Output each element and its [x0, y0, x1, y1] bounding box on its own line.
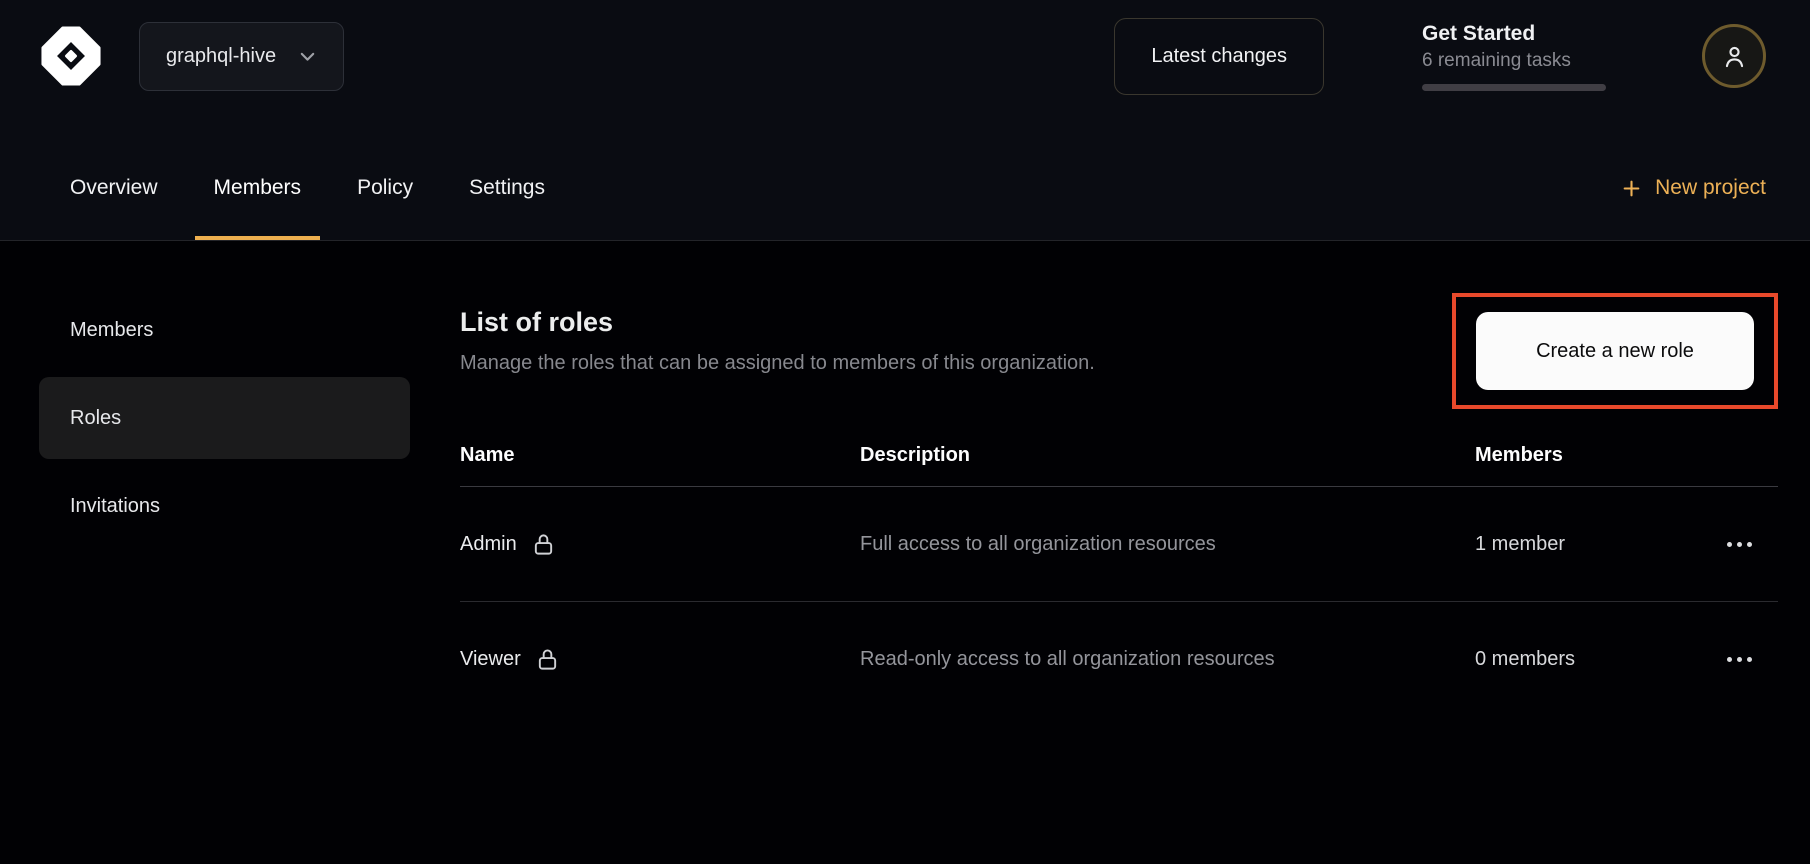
page: graphql-hive Latest changes Get Started … — [0, 0, 1810, 864]
lock-icon — [536, 647, 559, 672]
get-started-subtitle: 6 remaining tasks — [1422, 50, 1606, 72]
new-project-button[interactable]: New project — [1621, 136, 1766, 240]
sidebar-item-members[interactable]: Members — [39, 289, 410, 371]
tabs: Overview Members Policy Settings — [51, 136, 564, 240]
role-name-cell: Viewer — [460, 647, 860, 672]
lock-icon — [532, 532, 555, 557]
content: Members Roles Invitations List of roles … — [0, 241, 1810, 864]
user-avatar[interactable] — [1702, 24, 1766, 88]
tab-policy[interactable]: Policy — [338, 136, 432, 240]
user-icon — [1721, 43, 1748, 70]
role-name-cell: Admin — [460, 532, 860, 557]
get-started-progress-track — [1422, 84, 1606, 91]
org-selector[interactable]: graphql-hive — [139, 22, 344, 91]
hive-logo-svg — [40, 25, 102, 87]
column-header-name: Name — [460, 444, 860, 467]
get-started-title: Get Started — [1422, 22, 1606, 46]
topbar: graphql-hive Latest changes Get Started … — [0, 0, 1810, 112]
tab-settings[interactable]: Settings — [450, 136, 564, 240]
roles-panel: List of roles Manage the roles that can … — [460, 289, 1778, 864]
plus-icon — [1621, 178, 1642, 199]
role-actions-cell — [1727, 657, 1778, 662]
top-section: graphql-hive Latest changes Get Started … — [0, 0, 1810, 241]
latest-changes-button[interactable]: Latest changes — [1114, 18, 1324, 95]
title-block: List of roles Manage the roles that can … — [460, 305, 1095, 375]
page-title: List of roles — [460, 305, 1095, 339]
role-actions-cell — [1727, 542, 1778, 547]
ellipsis-menu-icon[interactable] — [1727, 542, 1752, 547]
column-header-description: Description — [860, 444, 1475, 467]
sidebar: Members Roles Invitations — [39, 289, 410, 864]
role-description: Read-only access to all organization res… — [860, 642, 1290, 677]
page-subtitle: Manage the roles that can be assigned to… — [460, 352, 1095, 375]
sidebar-item-roles[interactable]: Roles — [39, 377, 410, 459]
create-role-button[interactable]: Create a new role — [1476, 312, 1754, 390]
chevron-down-icon — [298, 47, 317, 66]
column-header-members: Members — [1475, 444, 1715, 467]
tab-members[interactable]: Members — [195, 136, 321, 240]
table-header-row: Name Description Members — [460, 425, 1778, 487]
annotation-highlight-box: Create a new role — [1452, 293, 1778, 409]
table-row-viewer: Viewer Read-only access to all organizat… — [460, 602, 1778, 717]
role-members-count: 1 member — [1475, 533, 1715, 556]
roles-table: Name Description Members Admin — [460, 425, 1778, 717]
roles-panel-header: List of roles Manage the roles that can … — [460, 293, 1778, 409]
sidebar-item-invitations[interactable]: Invitations — [39, 465, 410, 547]
role-name: Admin — [460, 533, 517, 556]
tab-bar: Overview Members Policy Settings New pro… — [0, 112, 1810, 240]
new-project-label: New project — [1655, 176, 1766, 200]
role-name: Viewer — [460, 648, 521, 671]
tab-overview[interactable]: Overview — [51, 136, 177, 240]
role-members-count: 0 members — [1475, 648, 1715, 671]
table-row-admin: Admin Full access to all organization re… — [460, 487, 1778, 602]
hive-logo-icon[interactable] — [40, 25, 102, 87]
org-selector-label: graphql-hive — [166, 45, 276, 68]
role-description: Full access to all organization resource… — [860, 527, 1290, 562]
get-started-widget[interactable]: Get Started 6 remaining tasks — [1422, 22, 1606, 91]
ellipsis-menu-icon[interactable] — [1727, 657, 1752, 662]
